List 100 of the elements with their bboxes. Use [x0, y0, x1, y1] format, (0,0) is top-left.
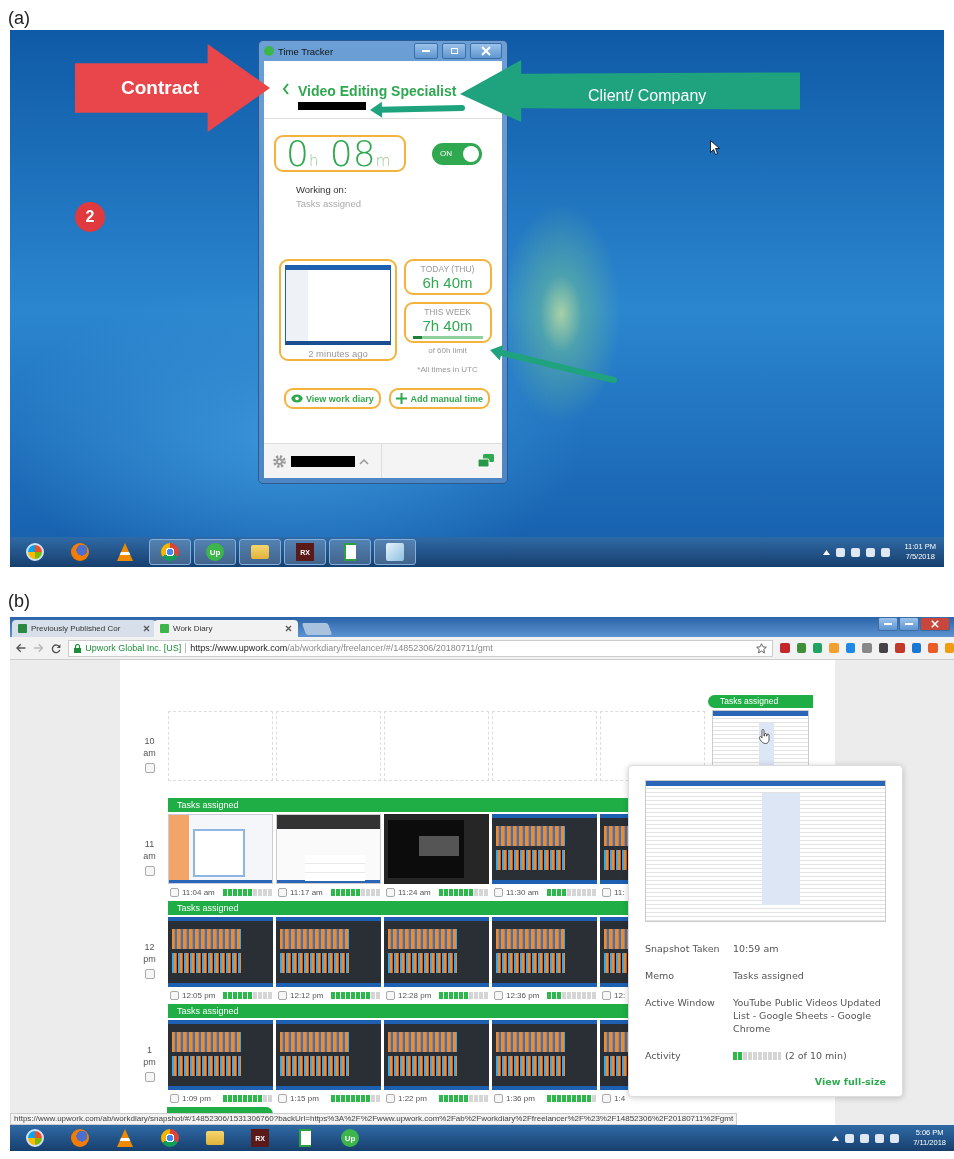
hour-label: 12 pm — [143, 940, 156, 965]
checkbox[interactable] — [602, 990, 611, 1000]
network-icon[interactable] — [851, 547, 861, 557]
speaker-icon[interactable] — [866, 547, 876, 557]
checkbox[interactable] — [494, 990, 503, 1000]
url-text: https://www.upwork.com/ab/workdiary/freelancer/#/14852306/20180711/gmt — [190, 643, 493, 653]
close-button[interactable] — [470, 43, 502, 59]
detail-label: Snapshot Taken — [645, 942, 721, 955]
snapshot-time: 11:04 am — [182, 887, 215, 897]
activity-meter — [733, 1051, 781, 1060]
working-on-value: Tasks assigned — [296, 198, 361, 209]
tray-icon[interactable] — [890, 1133, 900, 1143]
network-icon[interactable] — [860, 1133, 870, 1143]
detail-value: 10:59 am — [733, 942, 780, 955]
working-on-label: Working on: — [296, 184, 347, 195]
snapshot-time: 12:05 pm — [182, 990, 216, 1000]
traffic-cone-icon — [117, 1129, 133, 1147]
favicon-icon — [160, 624, 169, 633]
checkbox[interactable] — [144, 762, 155, 773]
checkbox[interactable] — [602, 887, 611, 897]
taskbar-button[interactable] — [329, 539, 371, 565]
checkbox[interactable] — [278, 887, 287, 897]
hour-label: 1 pm — [143, 1043, 156, 1068]
screenshot-thumbnail[interactable] — [168, 917, 273, 987]
screenshot-thumbnail[interactable] — [384, 814, 489, 884]
activity-meter — [331, 888, 381, 896]
close-icon — [481, 46, 491, 56]
eye-icon — [291, 394, 303, 403]
reload-icon[interactable] — [50, 642, 62, 654]
maximize-button[interactable] — [442, 43, 466, 59]
snapshot-time: 11:30 am — [506, 887, 539, 897]
activity-meter — [547, 888, 597, 896]
stat-label: THIS WEEK — [424, 307, 471, 317]
close-icon[interactable] — [285, 625, 292, 632]
browser-tab[interactable]: Work Diary — [154, 620, 298, 637]
screenshot-age: 2 minutes ago — [308, 348, 368, 359]
screenshot-thumbnail[interactable] — [276, 1020, 381, 1090]
checkbox[interactable] — [278, 990, 287, 1000]
site-identity: Upwork Global Inc. [US] — [85, 643, 182, 653]
checkbox[interactable] — [602, 1093, 611, 1103]
screenshot-thumbnail[interactable] — [285, 265, 392, 345]
checkbox[interactable] — [386, 887, 395, 897]
close-button[interactable] — [920, 617, 950, 631]
new-tab-button[interactable] — [301, 623, 333, 635]
mouse-cursor-icon — [710, 140, 720, 155]
checkbox[interactable] — [386, 990, 395, 1000]
settings-icon[interactable] — [272, 453, 287, 469]
screenshot-thumbnail[interactable] — [276, 917, 381, 987]
show-hidden-icons-icon[interactable] — [823, 549, 831, 555]
show-hidden-icons-icon[interactable] — [832, 1135, 840, 1141]
folder-icon — [206, 1131, 224, 1145]
checkbox[interactable] — [170, 887, 179, 897]
screenshot-thumbnail[interactable] — [492, 1020, 597, 1090]
app-logo-icon: Up — [206, 543, 224, 561]
screenshot-thumbnail[interactable] — [384, 1020, 489, 1090]
screenshot-thumbnail[interactable] — [168, 1020, 273, 1090]
lock-icon — [74, 643, 82, 653]
maximize-button[interactable] — [899, 617, 919, 631]
taskbar-button[interactable] — [149, 539, 191, 565]
minimize-button[interactable] — [414, 43, 438, 59]
start-orb-icon — [26, 1129, 44, 1147]
hour-label: 10 am — [143, 734, 156, 759]
tray-icon[interactable] — [836, 547, 846, 557]
activity-meter — [223, 1094, 273, 1102]
bookmark-star-icon[interactable] — [756, 642, 768, 654]
chat-icon[interactable] — [478, 454, 494, 468]
back-icon[interactable] — [16, 643, 27, 653]
memo-badge: Tasks assigned — [708, 695, 813, 708]
plus-icon — [396, 393, 408, 404]
extension-icon[interactable] — [911, 643, 922, 653]
checkbox[interactable] — [170, 990, 179, 1000]
checkbox[interactable] — [144, 865, 155, 876]
caret-up-icon[interactable] — [359, 457, 369, 465]
checkbox[interactable] — [144, 1071, 155, 1082]
snapshot-time: 12:36 pm — [506, 990, 540, 1000]
activity-meter — [331, 1094, 381, 1102]
minimize-button[interactable] — [878, 617, 898, 631]
checkbox[interactable] — [278, 1093, 287, 1103]
redacted-bar — [291, 455, 355, 467]
speaker-icon[interactable] — [875, 1133, 885, 1143]
browser-tab[interactable]: Previously Published Cor — [12, 620, 156, 637]
taskbar-button[interactable] — [374, 539, 416, 565]
back-icon[interactable] — [282, 83, 290, 95]
tray-icon[interactable] — [881, 547, 891, 557]
tray-icon[interactable] — [845, 1133, 855, 1143]
checkbox[interactable] — [170, 1093, 179, 1103]
address-bar[interactable]: Upwork Global Inc. [US] https://www.upwork.com/ab/workdiary/freelancer/#/14852306/20180711/gmt — [68, 639, 774, 657]
checkbox[interactable] — [494, 1093, 503, 1103]
screenshot-thumbnail[interactable] — [492, 917, 597, 987]
extension-icon[interactable] — [878, 643, 889, 653]
stat-value: 7h 40m — [422, 317, 473, 334]
snapshot-time: 1:22 pm — [398, 1093, 427, 1103]
hour-label: 11 am — [143, 837, 156, 862]
checkbox[interactable] — [144, 968, 155, 979]
screenshot-thumbnail[interactable] — [492, 814, 597, 884]
close-icon[interactable] — [143, 625, 150, 632]
stat-value: 6h 40m — [422, 274, 473, 291]
screenshot-thumbnail[interactable] — [384, 917, 489, 987]
checkbox[interactable] — [386, 1093, 395, 1103]
checkbox[interactable] — [494, 887, 503, 897]
